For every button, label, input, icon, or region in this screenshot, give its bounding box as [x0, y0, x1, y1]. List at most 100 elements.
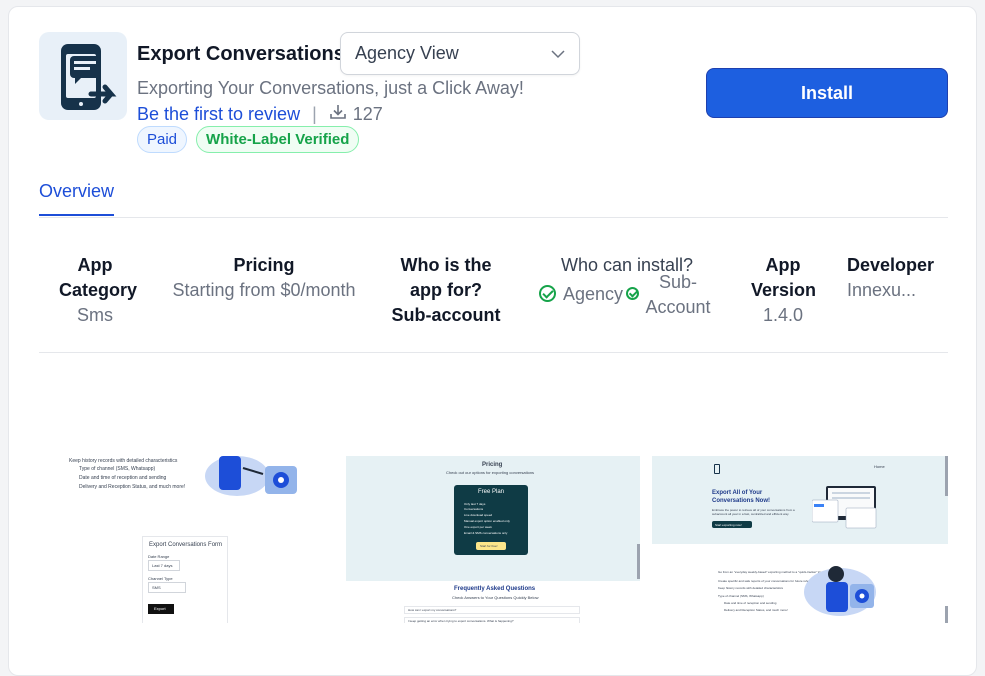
app-info-row: App Category Sms Pricing Starting from $…: [39, 253, 948, 353]
s1-bullet: Keep history records with detailed chara…: [69, 458, 178, 464]
s2-faq-q1-label: How can I export my conversations?: [408, 608, 457, 612]
info-who-for-value: Sub-account: [391, 305, 501, 325]
review-link[interactable]: Be the first to review: [137, 104, 300, 125]
screenshot-2[interactable]: Pricing Check out our options for export…: [346, 456, 640, 623]
app-detail-card: Export Conversations Agency View Exporti…: [8, 6, 977, 676]
s2-plan-feature: Live download speed: [464, 513, 493, 517]
info-version-value: 1.4.0: [762, 305, 804, 325]
s2-faq-q2: I keep getting an error when trying to e…: [404, 617, 580, 623]
s2-plan-feature: Only last 7 days: [464, 502, 486, 506]
s3-bullet: Date and time of reception and sending: [724, 601, 777, 605]
s3-hero-btn-label: Start exporting now!: [715, 523, 742, 527]
info-category-value: Sms: [77, 305, 113, 325]
s1-bullet: Delivery and Reception Status, and much …: [79, 484, 186, 490]
app-subtitle: Exporting Your Conversations, just a Cli…: [137, 78, 524, 98]
info-pricing-value: Starting from $0/month: [172, 280, 356, 300]
install-option-subaccount-1: Sub-: [658, 272, 698, 292]
s3-scrollbar-bottom: [945, 606, 948, 623]
info-version-label-1: App: [765, 255, 801, 275]
info-developer-label: Developer: [847, 255, 935, 275]
s1-form: Export Conversations Form Date Range Las…: [142, 536, 228, 623]
download-icon: [329, 103, 347, 126]
s1-date-label: Date Range: [148, 554, 170, 559]
install-option-subaccount: Sub- Account: [645, 270, 711, 320]
install-button[interactable]: Install: [706, 68, 948, 118]
s1-illustration: [197, 456, 317, 498]
s3-hero-title-1: Export All of Your: [712, 490, 763, 496]
check-circle-icon: [626, 287, 639, 300]
s3-hero-text: Embrace the power to retrieve all of you…: [712, 508, 795, 516]
info-developer-value[interactable]: Innexu...: [847, 278, 947, 303]
s1-channel-field: SMS: [148, 582, 186, 593]
chevron-down-icon: [551, 43, 565, 64]
info-who-install: Who can install? Agency Sub- Account: [537, 253, 717, 328]
tab-bar: Overview: [39, 177, 948, 218]
info-category-label-1: App: [77, 255, 113, 275]
s2-plan-title: Free Plan: [478, 489, 505, 495]
s2-plan-feature: Conversations: [464, 507, 484, 511]
badge-row: Paid White-Label Verified: [137, 126, 360, 153]
s2-scrollbar: [637, 544, 640, 579]
view-select[interactable]: Agency View: [340, 32, 580, 75]
s2-plan-btn-label: Start for free!: [480, 544, 498, 548]
s2-faq-title: Frequently Asked Questions: [454, 586, 536, 592]
s3-bullet: Delivery and Reception Status, and much …: [724, 608, 788, 612]
s2-plan-feature: Manual export option enabled only: [464, 519, 510, 523]
s2-plan-card: Free Plan Only last 7 days Conversations…: [454, 485, 528, 555]
s3-illustration: [800, 562, 888, 618]
white-label-badge: White-Label Verified: [196, 126, 360, 153]
s1-date-value: Last 7 days: [152, 563, 173, 568]
info-version: App Version 1.4.0: [751, 253, 817, 328]
s1-date-field: Last 7 days: [148, 560, 180, 571]
info-who-for-label-1: Who is the: [400, 255, 492, 275]
s2-pricing-title: Pricing: [482, 462, 503, 468]
s3-bullet: Type of channel (SMS, Whatsapp): [718, 594, 764, 598]
s2-faq-q1: How can I export my conversations?: [404, 606, 580, 614]
s3-logo-icon: [714, 464, 720, 474]
meta-separator: |: [312, 104, 317, 124]
info-who-for: Who is the app for? Sub-account: [391, 253, 501, 328]
info-category: App Category Sms: [59, 253, 138, 328]
s3-hero-btn: Start exporting now!: [712, 521, 752, 528]
s2-faq-q2-label: I keep getting an error when trying to e…: [408, 619, 514, 623]
info-version-label-2: Version: [751, 280, 817, 300]
s1-channel-value: SMS: [152, 585, 161, 590]
s1-export-btn: Export: [148, 604, 174, 614]
s3-hero: Home Export All of Your Conversations No…: [652, 456, 948, 544]
s1-channel-label: Channel Type: [148, 576, 173, 581]
check-circle-icon: [539, 285, 556, 302]
app-meta: Be the first to review | 127: [137, 103, 383, 126]
app-title: Export Conversations: [137, 43, 345, 65]
s3-scrollbar: [945, 456, 948, 496]
install-option-agency: Agency: [563, 284, 624, 304]
s2-plan-btn: Start for free!: [476, 542, 506, 550]
s2-pricing-sub: Check out our options for exporting conv…: [446, 470, 535, 475]
info-who-for-label-2: app for?: [410, 280, 482, 300]
s2-plan-feature: One export per week: [464, 525, 492, 529]
s2-plan-feature: Email & SMS conversations only: [464, 531, 508, 535]
s1-bullet: Date and time of reception and sending: [79, 475, 167, 481]
info-category-label-2: Category: [59, 280, 138, 300]
paid-badge: Paid: [137, 126, 188, 153]
info-pricing: Pricing Starting from $0/month: [169, 253, 359, 303]
s2-faq-sub: Check Answers to Your Questions Quickly …: [452, 595, 539, 600]
s3-bullet: Keep history records with detailed chara…: [718, 586, 784, 590]
info-developer: Developer Innexu...: [847, 253, 947, 303]
s3-nav-item: Home: [874, 464, 885, 469]
screenshot-3[interactable]: Home Export All of Your Conversations No…: [652, 456, 948, 623]
info-pricing-label: Pricing: [233, 255, 295, 275]
download-count-value: 127: [352, 104, 383, 124]
s1-form-title: Export Conversations Form: [149, 542, 223, 548]
download-count: 127: [329, 103, 383, 126]
install-option-subaccount-2: Account: [645, 297, 711, 317]
install-options: Agency Sub- Account: [537, 272, 717, 328]
screenshot-1[interactable]: Keep history records with detailed chara…: [39, 456, 331, 623]
s3-hero-title-2: Conversations Now!: [712, 498, 771, 504]
s3-hero-illustration: [811, 486, 878, 530]
s2-pricing-section: Pricing Check out our options for export…: [346, 456, 640, 581]
view-select-value: Agency View: [355, 43, 459, 63]
app-logo: [39, 32, 127, 120]
s1-bullet: Type of channel (SMS, Whatsapp): [79, 466, 156, 472]
s1-export-label: Export: [154, 606, 166, 611]
tab-overview[interactable]: Overview: [39, 181, 114, 216]
